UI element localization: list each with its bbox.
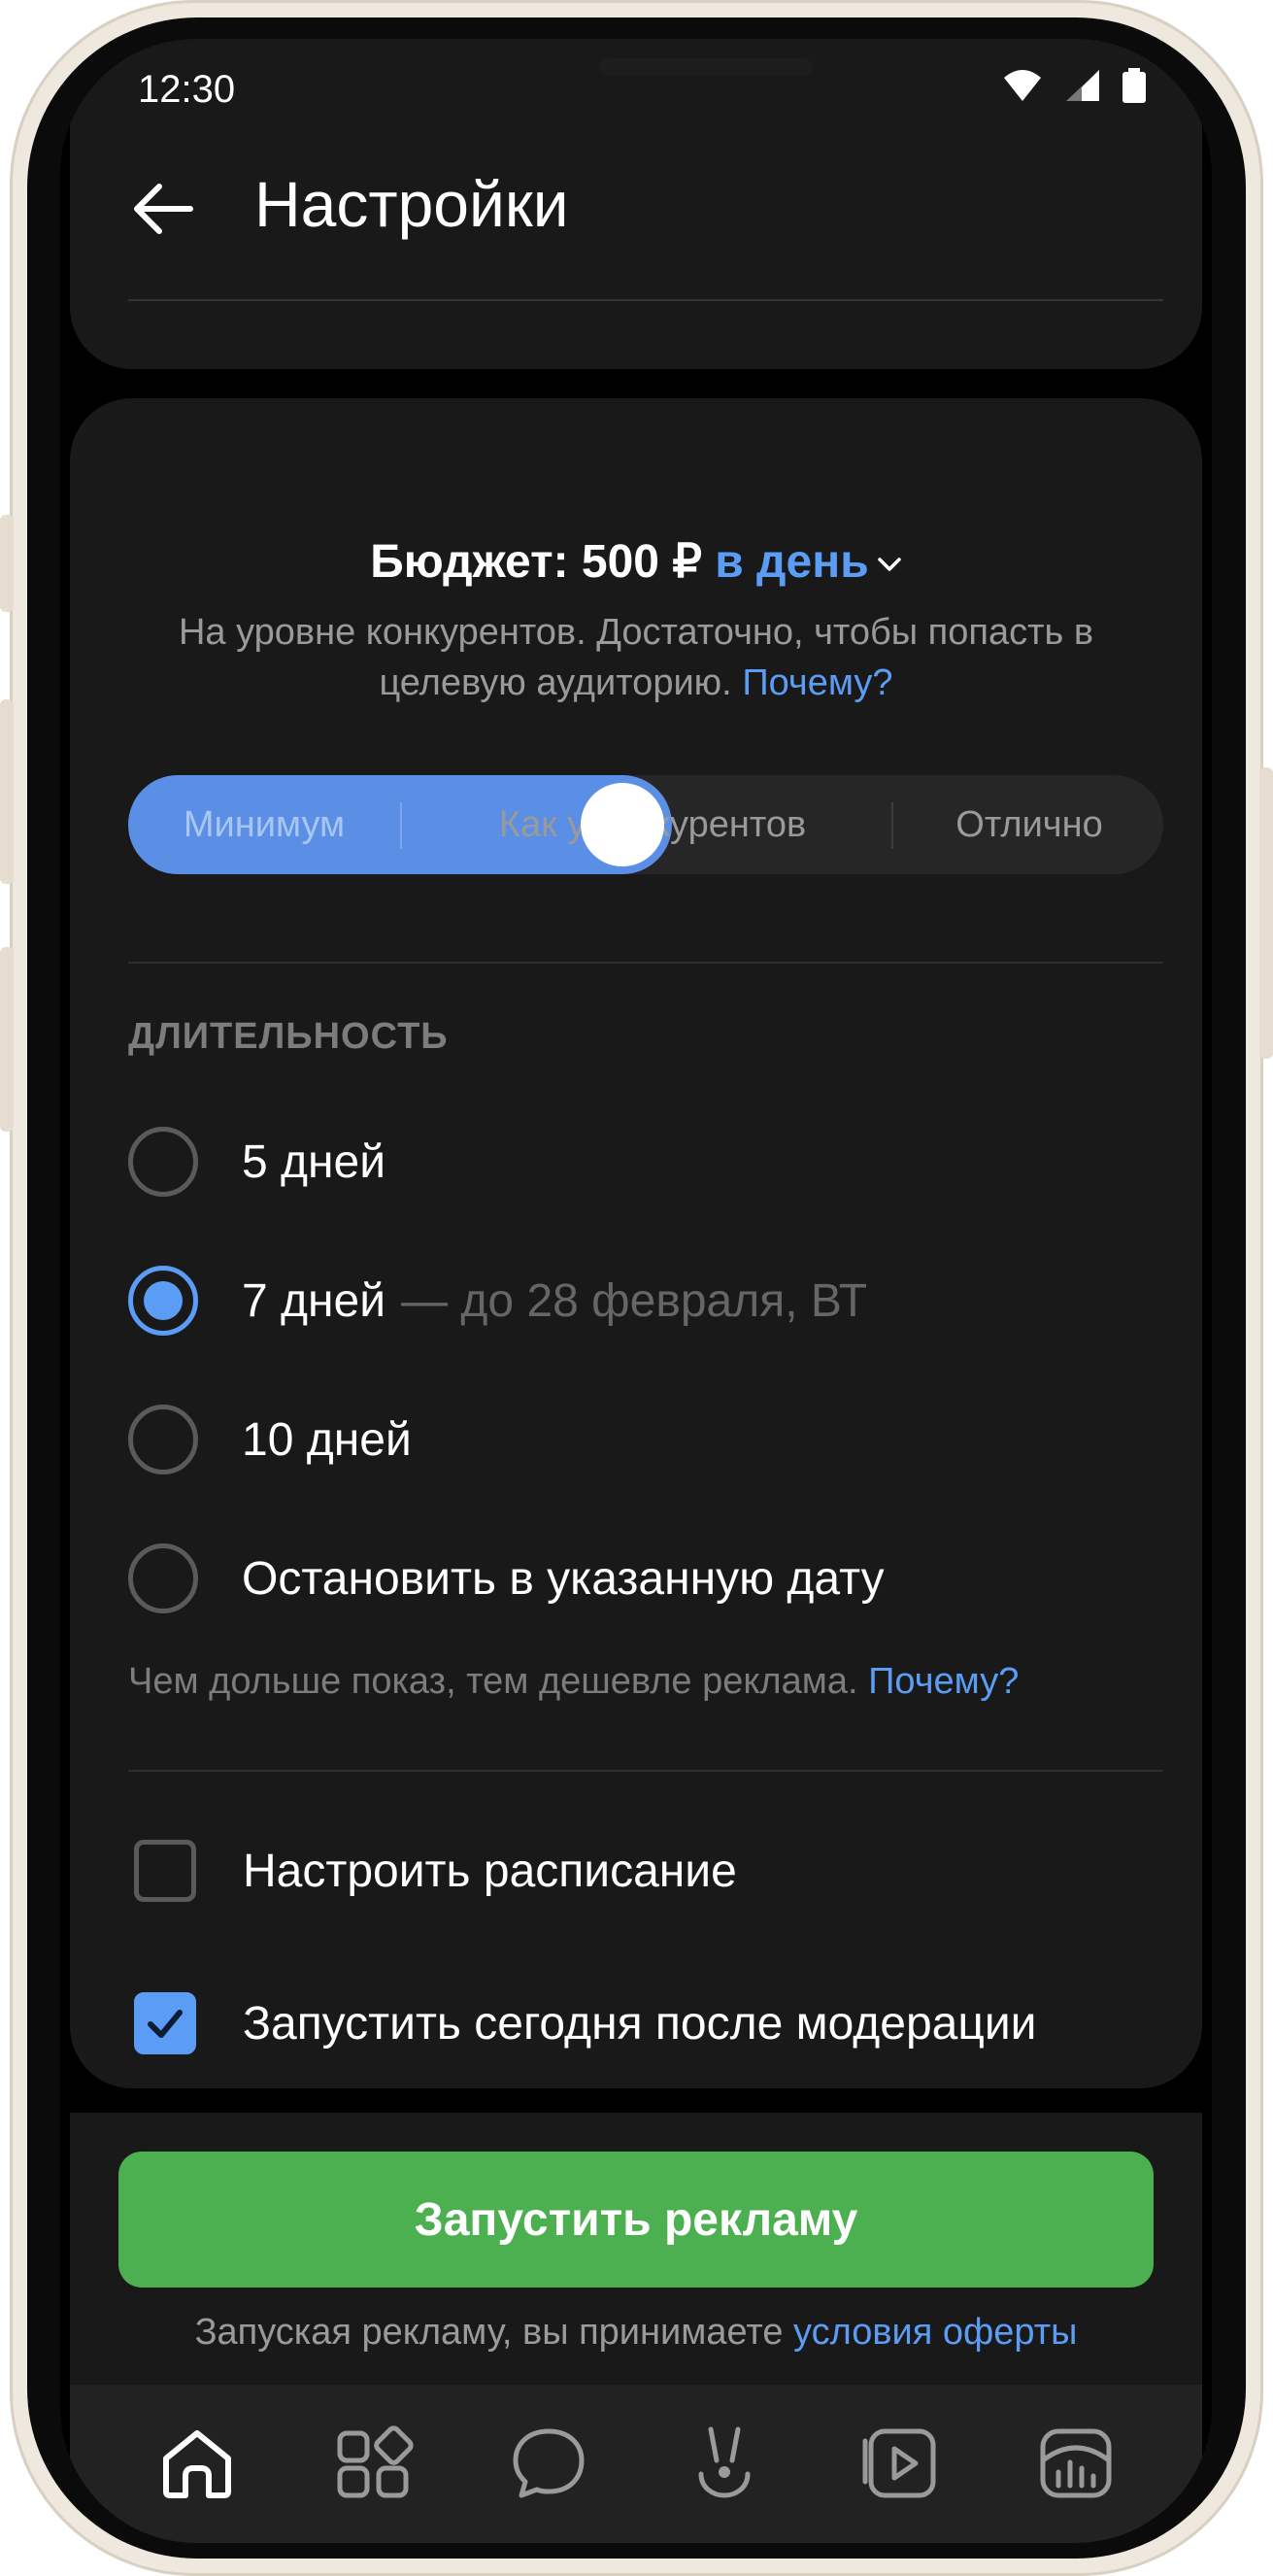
slider-knob[interactable] bbox=[581, 783, 664, 866]
budget-slider[interactable]: Минимум Как у конкурентов Отлично bbox=[128, 775, 1163, 874]
radio-label: 5 дней bbox=[242, 1135, 386, 1188]
chevron-down-icon bbox=[877, 558, 901, 572]
settings-card: Бюджет: 500 ₽ в день На уровне конкурент… bbox=[70, 398, 1202, 2088]
side-button-left-3 bbox=[0, 947, 14, 1132]
divider bbox=[128, 962, 1163, 964]
checkbox-checked[interactable] bbox=[134, 1992, 196, 2054]
radio-label: 7 дней bbox=[242, 1274, 386, 1327]
battery-icon bbox=[1122, 68, 1146, 103]
radio-button[interactable] bbox=[128, 1127, 198, 1197]
radio-option-7-days[interactable]: 7 дней — до 28 февраля, ВТ bbox=[128, 1262, 867, 1339]
start-today-option[interactable]: Запустить сегодня после модерации bbox=[128, 1984, 1036, 2062]
bottom-tab-bar bbox=[70, 2385, 1202, 2543]
checkbox-label: Запустить сегодня после модерации bbox=[243, 1997, 1037, 2050]
status-icons bbox=[1002, 68, 1146, 103]
budget-period-label: в день bbox=[715, 536, 869, 588]
checkbox-label: Настроить расписание bbox=[243, 1845, 737, 1897]
checkbox[interactable] bbox=[134, 1840, 196, 1902]
back-arrow-icon[interactable] bbox=[128, 175, 196, 243]
duration-hint: Чем дольше показ, тем дешевле реклама. П… bbox=[128, 1661, 1020, 1702]
page-title: Настройки bbox=[254, 168, 569, 240]
speaker-grille bbox=[599, 58, 813, 76]
slider-option-minimum[interactable]: Минимум bbox=[128, 775, 400, 874]
signal-icon bbox=[1066, 70, 1099, 101]
side-button-right bbox=[1259, 767, 1273, 1059]
side-button-left-1 bbox=[0, 515, 14, 612]
cta-note: Запуская рекламу, вы принимаете условия … bbox=[194, 2312, 1078, 2353]
slider-divider bbox=[891, 802, 893, 849]
services-icon[interactable] bbox=[332, 2422, 414, 2503]
radio-button[interactable] bbox=[128, 1543, 198, 1613]
launch-ad-button[interactable]: Запустить рекламу bbox=[118, 2152, 1154, 2288]
clips-icon[interactable] bbox=[684, 2422, 765, 2503]
offer-terms-link[interactable]: условия оферты bbox=[793, 2312, 1077, 2353]
section-title-duration: ДЛИТЕЛЬНОСТЬ bbox=[128, 1016, 449, 1057]
side-button-left-2 bbox=[0, 699, 14, 884]
radio-sublabel: — до 28 февраля, ВТ bbox=[401, 1274, 868, 1327]
radio-label: Остановить в указанную дату bbox=[242, 1552, 885, 1605]
radio-option-stop-date[interactable]: Остановить в указанную дату bbox=[128, 1540, 885, 1617]
stats-icon[interactable] bbox=[1035, 2422, 1117, 2503]
radio-button-selected[interactable] bbox=[128, 1266, 198, 1336]
messages-icon[interactable] bbox=[508, 2422, 589, 2503]
cta-area: Запустить рекламу Запуская рекламу, вы п… bbox=[70, 2113, 1202, 2385]
budget-title: Бюджет: 500 ₽ в день bbox=[70, 534, 1202, 589]
status-time: 12:30 bbox=[138, 68, 236, 111]
budget-amount: Бюджет: 500 ₽ bbox=[370, 536, 702, 588]
header: 12:30 Настройки bbox=[70, 39, 1202, 369]
divider bbox=[128, 1770, 1163, 1772]
budget-description: На уровне конкурентов. Достаточно, чтобы… bbox=[178, 612, 1094, 703]
radio-option-10-days[interactable]: 10 дней bbox=[128, 1401, 412, 1478]
radio-label: 10 дней bbox=[242, 1413, 412, 1466]
schedule-option[interactable]: Настроить расписание bbox=[128, 1832, 737, 1910]
budget-period-dropdown[interactable]: в день bbox=[715, 536, 902, 588]
slider-divider bbox=[400, 802, 402, 849]
divider bbox=[128, 299, 1163, 301]
radio-button[interactable] bbox=[128, 1405, 198, 1474]
budget-why-link[interactable]: Почему? bbox=[742, 662, 892, 703]
duration-why-link[interactable]: Почему? bbox=[868, 1661, 1019, 1702]
home-icon[interactable] bbox=[156, 2422, 238, 2503]
checkmark-icon bbox=[148, 2010, 183, 2038]
radio-option-5-days[interactable]: 5 дней bbox=[128, 1123, 385, 1201]
wifi-icon bbox=[1004, 70, 1041, 101]
slider-option-excellent[interactable]: Отлично bbox=[895, 775, 1163, 874]
screen: 12:30 Настройки Бюджет: 500 ₽ в день На … bbox=[60, 39, 1212, 2543]
video-icon[interactable] bbox=[859, 2422, 941, 2503]
